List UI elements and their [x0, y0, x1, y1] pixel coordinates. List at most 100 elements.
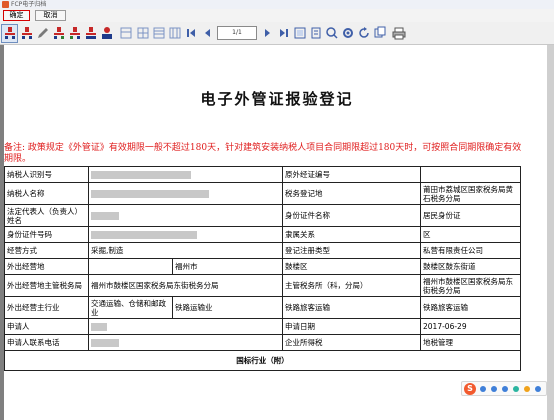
import-icon[interactable] — [68, 26, 82, 40]
row-label: 主管税务所（科，分局） — [282, 274, 421, 297]
app-icon — [2, 1, 9, 8]
redacted-block — [91, 190, 209, 198]
cancel-button[interactable]: 取消 — [35, 10, 66, 21]
applicant-value — [88, 318, 283, 335]
row-value: 区 — [420, 226, 521, 243]
table-row: 法定代表人（负责人）姓名 身份证件名称 居民身份证 — [4, 204, 521, 227]
action-bar: 确定 取消 — [0, 9, 554, 22]
redacted-block — [91, 339, 119, 347]
row-label: 外出经营地主管税务局 — [4, 274, 89, 297]
phone-value — [88, 334, 283, 351]
page-indicator[interactable]: 1/1 — [217, 26, 257, 40]
next-page-icon[interactable] — [261, 26, 275, 40]
table-row: 国标行业（附） — [4, 350, 521, 371]
table-row: 纳税人名称 税务登记地 莆田市荔城区国家税务局黄石税务分局 — [4, 182, 521, 205]
row-value: 地税管理 — [420, 334, 521, 351]
section-header: 国标行业（附） — [4, 350, 521, 371]
redacted-block — [91, 212, 119, 220]
row-label: 外出经营主行业 — [4, 296, 89, 319]
table-row: 外出经营地主管税务局 福州市鼓楼区国家税务局东街税务分局 主管税务所（科，分局）… — [4, 274, 521, 297]
voice-icon[interactable] — [502, 386, 508, 392]
copy-icon[interactable] — [373, 26, 387, 40]
report-toolbar: 1/1 — [0, 22, 554, 45]
table-row: 经营方式 采掘,制造 登记注册类型 私营有限责任公司 — [4, 242, 521, 259]
stamp-icon[interactable] — [84, 26, 98, 40]
registration-table: 纳税人识别号 原外经证编号 纳税人名称 税务登记地 莆田市荔城区国家税务局黄石税… — [4, 166, 521, 371]
ime-toolbar[interactable]: S — [461, 381, 547, 396]
row-label: 身份证件号码 — [4, 226, 89, 243]
row-value: 采掘,制造 — [88, 242, 283, 259]
skin-icon[interactable] — [524, 386, 530, 392]
row-label: 税务登记地 — [282, 182, 421, 205]
row-value — [420, 166, 521, 183]
table-row: 外出经营主行业 交通运输、仓储和邮政业 铁路运输业 铁路旅客运输 铁路旅客运输 — [4, 296, 521, 319]
tools-icon[interactable] — [535, 386, 541, 392]
table-row: 外出经营地 福州市 鼓楼区 鼓楼区鼓东街道 — [4, 258, 521, 275]
chinese-mode-icon[interactable] — [480, 386, 486, 392]
redacted-block — [91, 231, 197, 239]
id-number-value — [88, 226, 283, 243]
document-title: 电子外管证报验登记 — [200, 90, 354, 108]
punctuation-icon[interactable] — [491, 386, 497, 392]
row-value: 福州市鼓楼区国家税务局东街税务分局 — [88, 274, 283, 297]
taxpayer-name-value — [88, 182, 283, 205]
row-label: 企业所得税 — [282, 334, 421, 351]
district-value: 鼓楼区 — [282, 258, 421, 275]
row-value: 2017-06-29 — [420, 318, 521, 335]
prev-page-icon[interactable] — [200, 26, 214, 40]
row-label: 申请人联系电话 — [4, 334, 89, 351]
row-label: 纳税人识别号 — [4, 166, 89, 183]
row-label: 身份证件名称 — [282, 204, 421, 227]
empty-cell — [88, 258, 173, 275]
last-page-icon[interactable] — [277, 26, 291, 40]
legal-rep-value — [88, 204, 283, 227]
sogou-logo-icon[interactable]: S — [464, 383, 476, 395]
print-icon[interactable] — [392, 26, 406, 40]
row-value: 铁路运输业 — [172, 296, 283, 319]
tax-id-value — [88, 166, 283, 183]
row-label: 登记注册类型 — [282, 242, 421, 259]
table-row: 申请人联系电话 企业所得税 地税管理 — [4, 334, 521, 351]
first-page-icon[interactable] — [184, 26, 198, 40]
row-label: 纳税人名称 — [4, 182, 89, 205]
redacted-block — [91, 323, 107, 331]
row-value: 铁路旅客运输 — [420, 296, 521, 319]
page-setup-icon[interactable] — [309, 26, 323, 40]
row-label: 申请人 — [4, 318, 89, 335]
layout-icon[interactable] — [119, 26, 133, 40]
row-value: 福州市鼓楼区国家税务局东街税务分局 — [420, 274, 521, 297]
row-label: 法定代表人（负责人）姓名 — [4, 204, 89, 227]
city-value: 福州市 — [172, 258, 283, 275]
row-value: 莆田市荔城区国家税务局黄石税务分局 — [420, 182, 521, 205]
keyboard-icon[interactable] — [513, 386, 519, 392]
redacted-block — [91, 171, 191, 179]
row-value: 居民身份证 — [420, 204, 521, 227]
row-label: 铁路旅客运输 — [282, 296, 421, 319]
confirm-button[interactable]: 确定 — [3, 10, 30, 21]
user-icon[interactable] — [100, 26, 114, 40]
zoom-icon[interactable] — [325, 26, 339, 40]
row-value: 交通运输、仓储和邮政业 — [88, 296, 173, 319]
select-tool-icon[interactable] — [3, 26, 17, 40]
grid-icon[interactable] — [136, 26, 150, 40]
table-icon[interactable] — [152, 26, 166, 40]
edit-icon[interactable] — [36, 26, 50, 40]
refresh-icon[interactable] — [357, 26, 371, 40]
settings-icon[interactable] — [341, 26, 355, 40]
row-label: 申请日期 — [282, 318, 421, 335]
columns-icon[interactable] — [168, 26, 182, 40]
table-row: 纳税人识别号 原外经证编号 — [4, 166, 521, 183]
policy-notice: 备注: 政策规定《外管证》有效期限一般不超过180天，针对建筑安装纳税人项目合同… — [4, 143, 522, 164]
export-icon[interactable] — [52, 26, 66, 40]
row-label: 外出经营地 — [4, 258, 89, 275]
print-design-icon[interactable] — [20, 26, 34, 40]
window-title: FCP电子归档 — [11, 1, 47, 8]
row-label: 隶属关系 — [282, 226, 421, 243]
street-value: 鼓楼区鼓东街道 — [420, 258, 521, 275]
row-label: 原外经证编号 — [282, 166, 421, 183]
window-titlebar: FCP电子归档 — [0, 0, 554, 9]
row-label: 经营方式 — [4, 242, 89, 259]
zoom-fit-icon[interactable] — [293, 26, 307, 40]
table-row: 身份证件号码 隶属关系 区 — [4, 226, 521, 243]
table-row: 申请人 申请日期 2017-06-29 — [4, 318, 521, 335]
